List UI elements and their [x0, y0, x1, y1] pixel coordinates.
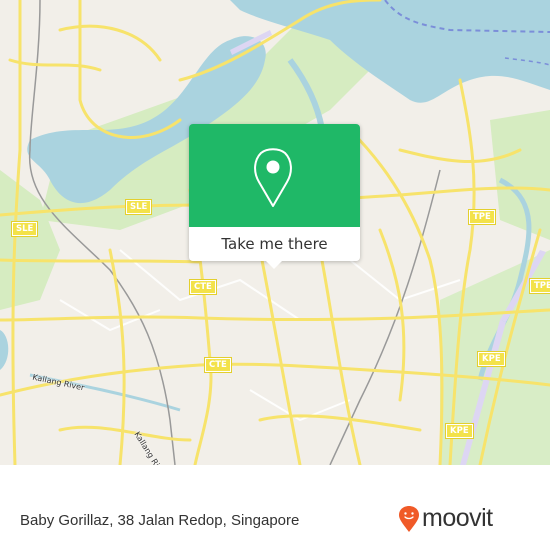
highway-shield-sle: SLE: [124, 199, 153, 215]
location-address: Baby Gorillaz, 38 Jalan Redop, Singapore: [20, 512, 300, 529]
moovit-logo[interactable]: moovit: [398, 504, 493, 533]
popup-pointer: [266, 261, 282, 269]
park-area: [490, 110, 550, 240]
take-me-there-button[interactable]: Take me there: [189, 227, 360, 261]
map-view[interactable]: SLE SLE CTE CTE TPE TPE KPE KPE Kallang …: [0, 0, 550, 465]
water: [0, 330, 9, 370]
brand-name: moovit: [422, 504, 493, 532]
highway-shield-cte: CTE: [189, 279, 217, 295]
moovit-pin-icon: [399, 505, 419, 532]
highway-shield-kpe: KPE: [477, 351, 506, 367]
popup-header: [189, 124, 360, 227]
highway-shield-cte: CTE: [204, 357, 232, 373]
highway-shield-sle: SLE: [10, 221, 39, 237]
map-pin-icon: [254, 148, 292, 207]
highway-shield-kpe: KPE: [445, 423, 474, 439]
location-popup: Take me there: [189, 124, 360, 269]
footer-bar: Baby Gorillaz, 38 Jalan Redop, Singapore…: [0, 490, 550, 550]
highway-shield-tpe: TPE: [468, 209, 496, 225]
highway-shield-tpe: TPE: [529, 278, 550, 294]
